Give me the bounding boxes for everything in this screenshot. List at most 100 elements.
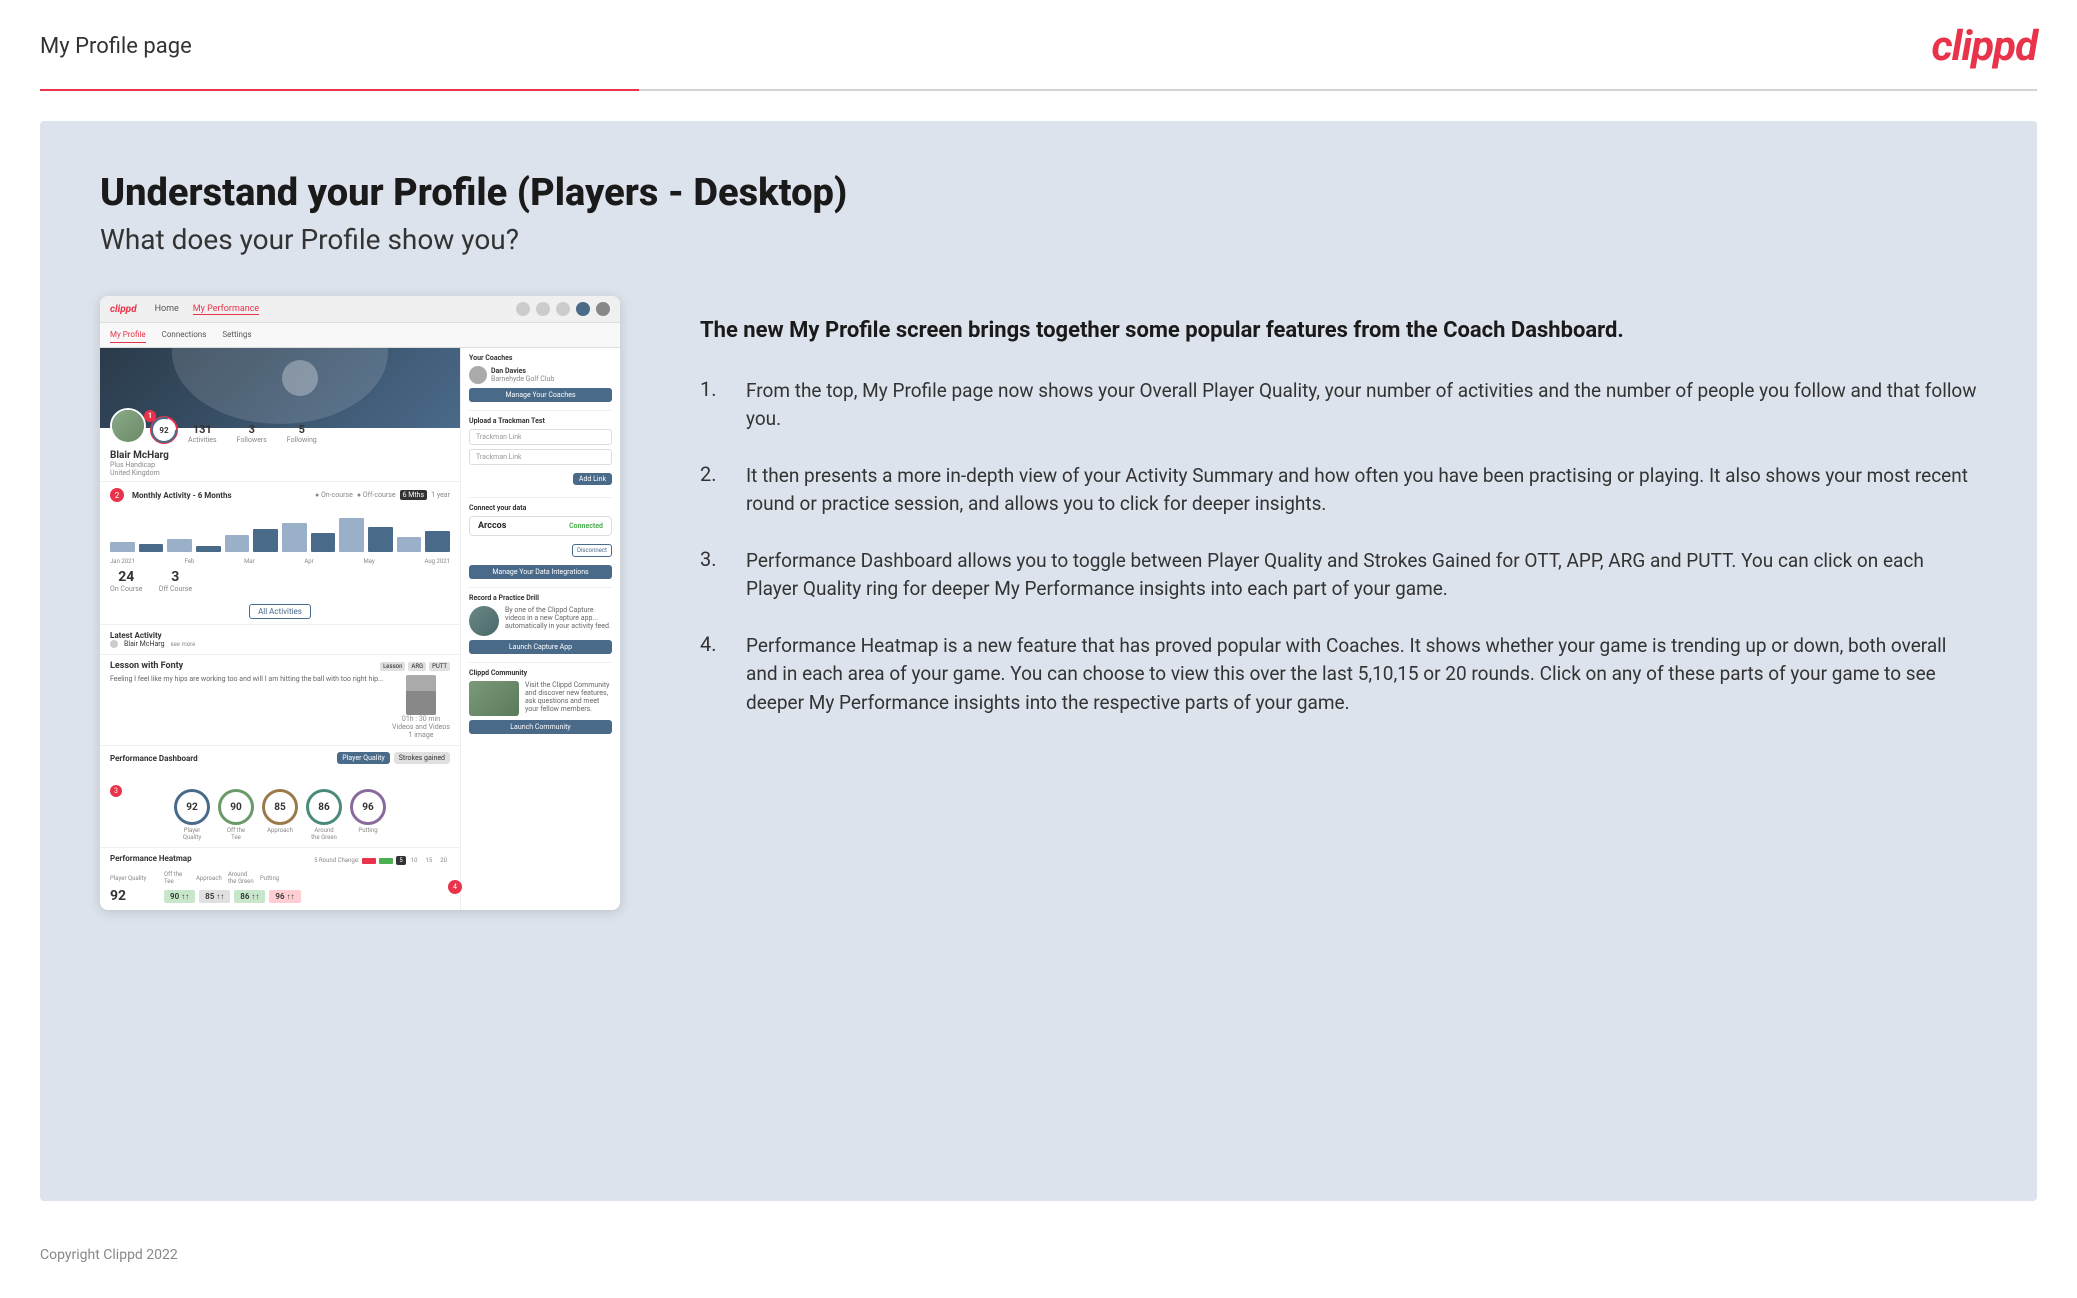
mockup-community-title: Clippd Community xyxy=(469,669,612,677)
mockup-bar-10 xyxy=(368,527,393,552)
mockup-heatmap-val-around[interactable]: 86 ↑↑ xyxy=(234,890,265,903)
mockup-on-off-counts: 24 On Course 3 Off Course xyxy=(110,567,450,595)
mockup-arccos-box: Arccos Connected xyxy=(469,516,612,536)
mockup-bar-chart xyxy=(110,506,450,556)
list-number-3: 3. xyxy=(700,547,730,571)
mockup-avatar xyxy=(110,408,146,444)
mockup-stat-activities: 131 Activities xyxy=(188,423,217,444)
mockup-manage-coaches-btn[interactable]: Manage Your Coaches xyxy=(469,388,612,402)
mockup-heatmap-val-quality: 92 xyxy=(110,888,160,904)
list-item-2: 2. It then presents a more in-depth view… xyxy=(700,462,1977,519)
mockup-lesson-meta-duration: 01h : 30 min xyxy=(402,715,440,723)
mockup-badge-4: 4 xyxy=(448,880,462,894)
mockup-ring-85: 85 xyxy=(262,789,298,825)
page-subheading: What does your Profile show you? xyxy=(100,223,1977,256)
mockup-icons xyxy=(516,302,610,316)
mockup-icon-5 xyxy=(596,302,610,316)
mockup-subnav-connections[interactable]: Connections xyxy=(162,327,207,343)
mockup-latest-activity-title: Latest Activity xyxy=(110,631,450,640)
mockup-ring-96: 96 xyxy=(350,789,386,825)
mockup-subnav-settings[interactable]: Settings xyxy=(222,327,251,343)
mockup-coach-club: Barnehyde Golf Club xyxy=(491,375,554,383)
mockup-chart-label-3: Mar xyxy=(244,558,255,565)
mockup-coaches-title: Your Coaches xyxy=(469,354,612,362)
mockup-ring-item-90[interactable]: 90 Off theTee xyxy=(218,789,254,841)
mockup-lesson-tag-3: PUTT xyxy=(429,662,450,671)
mockup-filter-6m[interactable]: 6 Mths xyxy=(400,490,428,500)
mockup-ring-item-96[interactable]: 96 Putting xyxy=(350,789,386,841)
mockup-heatmap-btn-15[interactable]: 15 xyxy=(423,856,436,865)
mockup-launch-community-btn[interactable]: Launch Community xyxy=(469,720,612,734)
mockup-arccos-header: Arccos Connected xyxy=(478,521,603,531)
list-number-4: 4. xyxy=(700,632,730,656)
mockup-profile-info-row: 1 92 131 Activities xyxy=(100,408,460,450)
mockup-ring-90: 90 xyxy=(218,789,254,825)
mockup-all-activities-btn[interactable]: All Activities xyxy=(110,599,450,618)
mockup-avatar-inner xyxy=(112,410,144,442)
mockup-chart-label-2: Feb xyxy=(185,558,195,565)
mockup-badge-2: 2 xyxy=(110,488,124,502)
mockup-container: clippd Home My Performance My xyxy=(100,296,620,910)
hero-ball-icon xyxy=(280,358,320,398)
mockup-filter-1y[interactable]: 1 year xyxy=(431,491,450,499)
mockup-toggle-strokes-gained[interactable]: Strokes gained xyxy=(394,752,450,764)
list-item-3: 3. Performance Dashboard allows you to t… xyxy=(700,547,1977,604)
mockup-heatmap-btn-20[interactable]: 20 xyxy=(437,856,450,865)
mockup-latest-activity: Latest Activity Blair McHarg see more xyxy=(100,624,460,654)
right-intro-text: The new My Profile screen brings togethe… xyxy=(700,316,1977,347)
mockup-trackman-input[interactable]: Trackman Link xyxy=(469,429,612,445)
mockup-heatmap-btn-10[interactable]: 10 xyxy=(408,856,421,865)
mockup-trackman-link-field[interactable]: Trackman Link xyxy=(469,449,612,465)
mockup-activity-title: Monthly Activity - 6 Months xyxy=(132,491,232,500)
mockup-arccos-name: Arccos xyxy=(478,521,506,531)
mockup-bar-9 xyxy=(339,518,364,552)
mockup-heatmap-values-row: 92 90 ↑↑ 85 ↑↑ 86 ↑↑ 96 ↑↑ 4 xyxy=(110,888,450,904)
mockup-practice-text: By one of the Clippd Capture videos in a… xyxy=(505,606,612,636)
mockup-disconnect-btn[interactable]: Disconnect xyxy=(572,544,612,557)
mockup-nav-home[interactable]: Home xyxy=(155,304,179,315)
mockup-filter-row: ● On-course ● Off-course 6 Mths 1 year xyxy=(315,490,450,500)
mockup-heatmap-controls: 5 Round Change: 5 10 15 20 xyxy=(314,856,450,865)
mockup-heatmap-col-label-around: Around the Green xyxy=(228,871,256,885)
mockup-community-item: Visit the Clippd Community and discover … xyxy=(469,681,612,716)
mockup-heatmap-col-label-putting: Putting xyxy=(260,875,288,882)
mockup-upload-title: Upload a Trackman Test xyxy=(469,417,612,425)
mockup-launch-capture-btn[interactable]: Launch Capture App xyxy=(469,640,612,654)
mockup-lesson-tag-2: ARG xyxy=(408,662,426,671)
list-item-4: 4. Performance Heatmap is a new feature … xyxy=(700,632,1977,718)
logo: clippd xyxy=(1931,22,2037,71)
mockup-bar-5 xyxy=(225,535,250,552)
mockup-icon-3 xyxy=(556,302,570,316)
mockup-activity-text: Blair McHarg xyxy=(124,640,165,648)
mockup-ring-item-86[interactable]: 86 Aroundthe Green xyxy=(306,789,342,841)
mockup-heatmap-val-off-tee[interactable]: 90 ↑↑ xyxy=(164,890,195,903)
mockup-subnav-my-profile[interactable]: My Profile xyxy=(110,327,146,343)
mockup-heatmap-val-approach[interactable]: 85 ↑↑ xyxy=(199,890,230,903)
mockup-ring-item-92[interactable]: 92 PlayerQuality xyxy=(174,789,210,841)
mockup-player-name: Blair McHarg xyxy=(110,450,450,461)
mockup-upload-section: Upload a Trackman Test Trackman Link Tra… xyxy=(469,410,612,489)
mockup-perf-title-row: Performance Dashboard xyxy=(110,754,198,763)
mockup-heatmap-val-putting[interactable]: 96 ↑↑ xyxy=(269,890,300,903)
mockup-lesson-header: Lesson with Fonty Lesson ARG PUTT xyxy=(110,661,450,671)
mockup-connect-title: Connect your data xyxy=(469,504,612,512)
mockup-lesson-figure-col: 01h : 30 min Videos and Videos 1 image xyxy=(392,675,450,739)
mockup-heatmap-btn-5[interactable]: 5 xyxy=(396,856,405,865)
mockup-rings-row: 92 PlayerQuality 90 Off theTee 85 Approa… xyxy=(110,789,450,841)
mockup-nav-my-performance[interactable]: My Performance xyxy=(193,304,259,315)
mockup-lesson-meta-videos: Videos and Videos xyxy=(392,723,450,731)
mockup-manage-integrations-btn[interactable]: Manage Your Data Integrations xyxy=(469,565,612,579)
mockup-lesson-tag-1: Lesson xyxy=(380,662,405,671)
mockup-ring-item-85[interactable]: 85 Approach xyxy=(262,789,298,841)
mockup-player-handicap: Plus Handicap xyxy=(110,461,450,469)
mockup-quality-badge: 1 92 xyxy=(150,416,178,444)
mockup-add-link-btn[interactable]: Add Link xyxy=(573,473,612,485)
mockup-ring-label-96: Putting xyxy=(350,827,386,834)
mockup-filter-off-course: ● Off-course xyxy=(357,491,396,499)
mockup-toggle-player-quality[interactable]: Player Quality xyxy=(337,752,389,764)
list-text-1: From the top, My Profile page now shows … xyxy=(746,377,1977,434)
main-content: Understand your Profile (Players - Deskt… xyxy=(40,121,2037,1201)
list-text-4: Performance Heatmap is a new feature tha… xyxy=(746,632,1977,718)
mockup-arccos-connected: Connected xyxy=(569,522,603,530)
mockup-activity-subtext: see more xyxy=(171,641,196,648)
